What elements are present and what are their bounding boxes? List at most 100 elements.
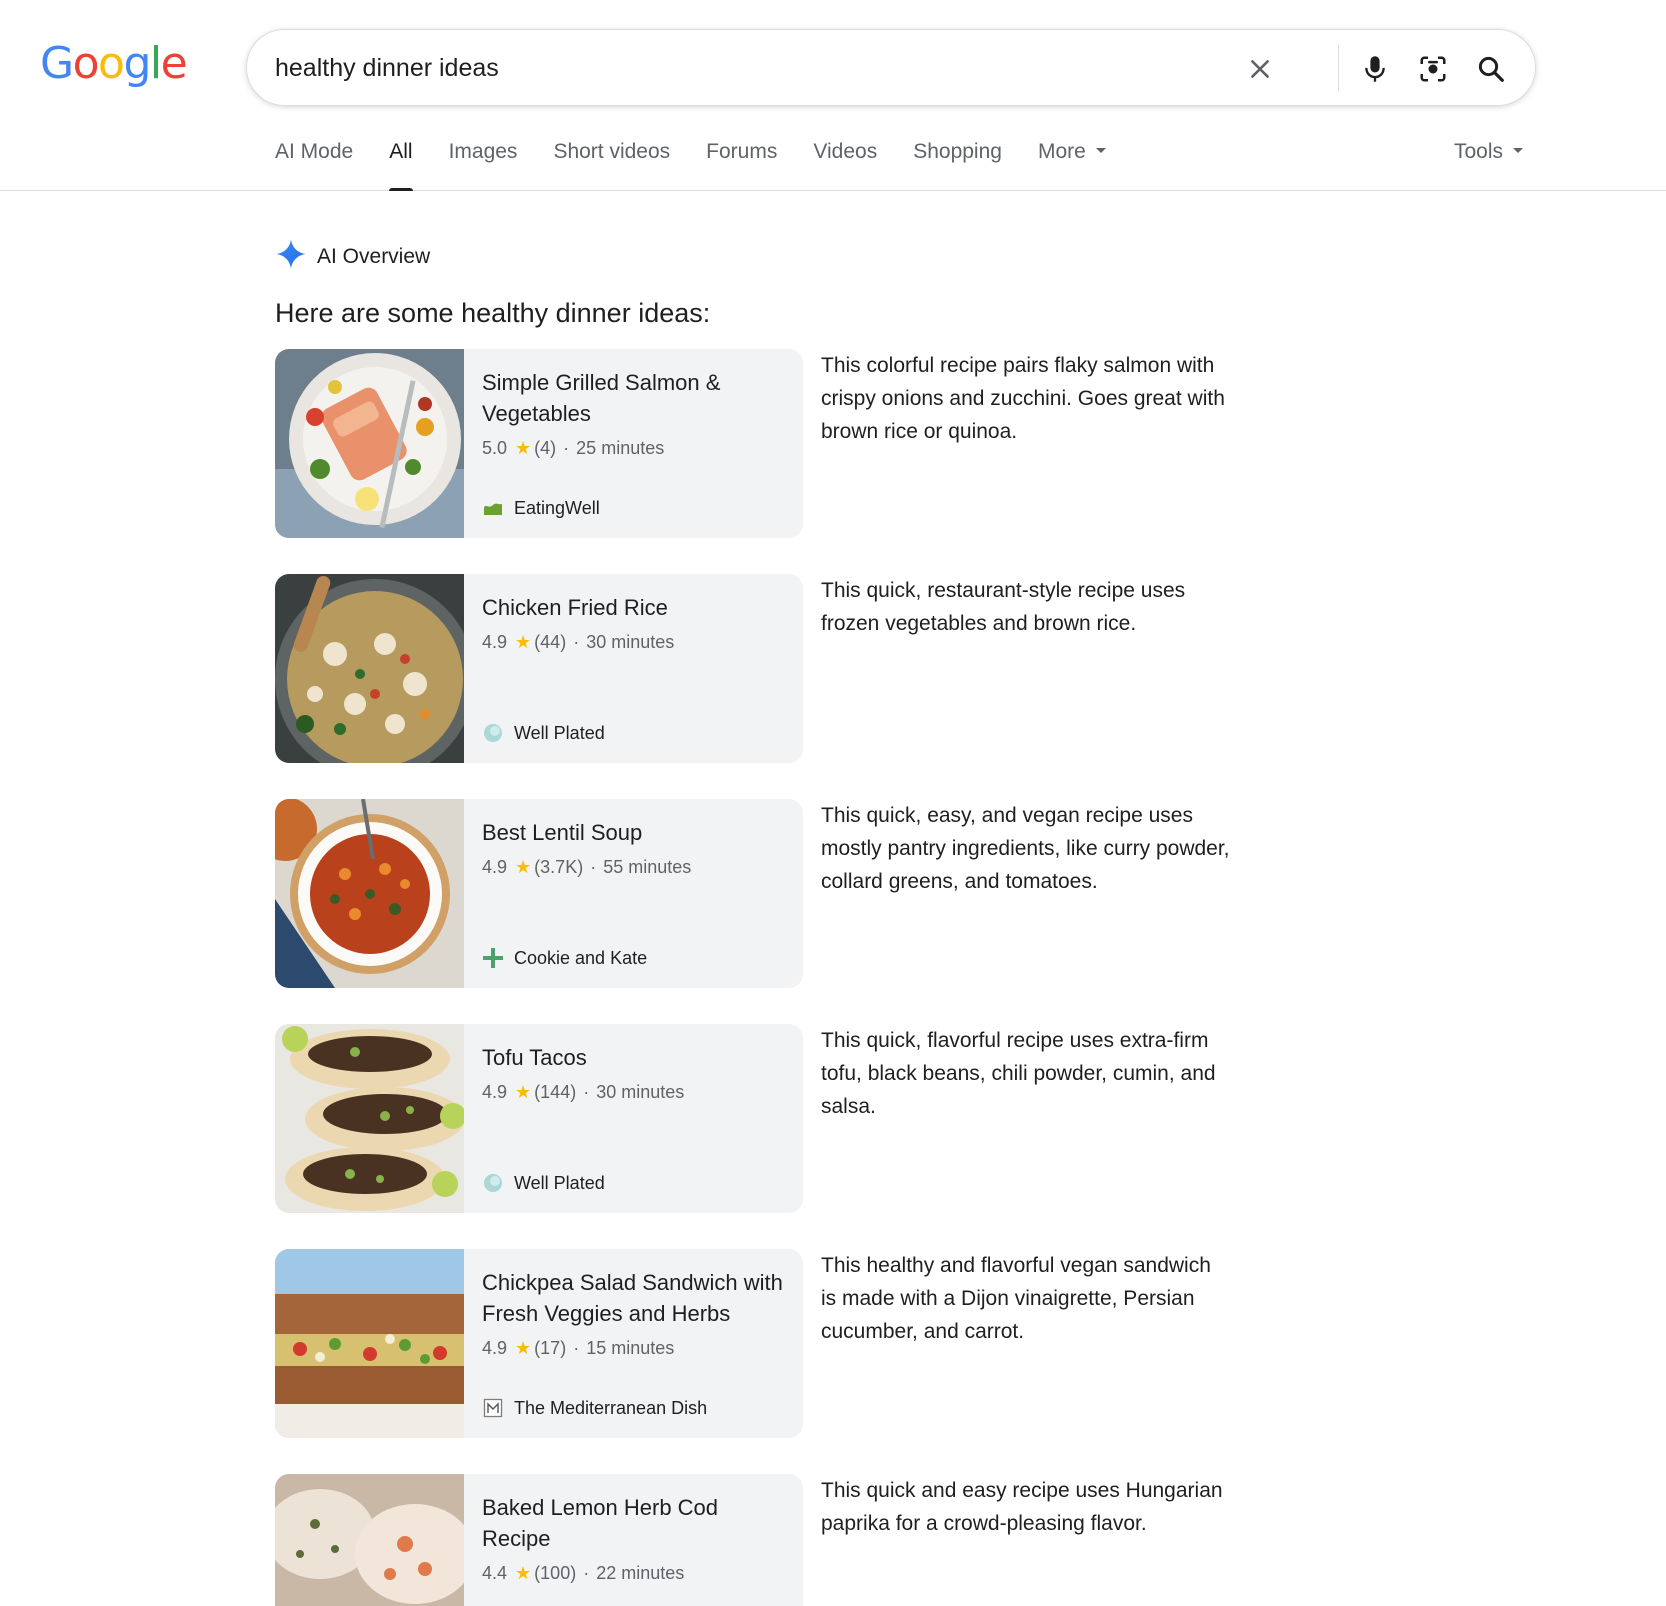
recipe-card-body: Simple Grilled Salmon & Vegetables 5.0 ★(… <box>482 349 791 538</box>
sparkle-icon <box>275 238 307 275</box>
recipe-reviews: (17) <box>534 1338 567 1358</box>
recipe-title: Tofu Tacos <box>482 1045 587 1070</box>
recipe-source-name: Well Plated <box>514 1172 605 1193</box>
cookieandkate-icon <box>482 947 504 969</box>
recipe-description: This quick, easy, and vegan recipe uses … <box>821 804 1230 893</box>
recipe-title: Chicken Fried Rice <box>482 595 668 620</box>
recipe-image <box>275 799 464 988</box>
recipe-item: Simple Grilled Salmon & Vegetables 5.0 ★(… <box>275 349 1225 538</box>
recipe-description: This quick, restaurant-style recipe uses… <box>821 579 1186 635</box>
tab-videos[interactable]: Videos <box>813 140 877 191</box>
recipe-item: Chicken Fried Rice 4.9 ★ (44) · 30 minutes W… <box>275 574 1185 763</box>
tab-ai-mode[interactable]: AI Mode <box>275 140 353 191</box>
ai-overview-intro: Here are some healthy dinner ideas: <box>275 298 711 328</box>
separator-dot: · <box>583 1563 590 1583</box>
star-icon: ★ <box>515 1082 532 1102</box>
tab-more[interactable]: More <box>1038 140 1106 191</box>
search-icon[interactable] <box>1470 48 1512 90</box>
recipe-rating: 5.0 <box>482 438 508 458</box>
star-icon: ★ <box>515 1563 532 1583</box>
recipe-rating: 4.9 <box>482 1082 508 1102</box>
recipe-source: The Mediterranean Dish <box>482 1397 707 1419</box>
tab-label: All <box>389 140 413 163</box>
tab-short-videos[interactable]: Short videos <box>553 140 670 191</box>
recipe-time: 55 minutes <box>603 857 692 877</box>
recipe-meta: 4.9 ★ (17) · 15 minutes <box>482 1338 674 1359</box>
separator-dot: · <box>590 857 597 877</box>
recipe-rating: 4.9 <box>482 857 508 877</box>
recipe-reviews: (144) <box>534 1082 577 1102</box>
tab-forums[interactable]: Forums <box>706 140 777 191</box>
tools-button[interactable]: Tools <box>1454 140 1524 164</box>
recipe-reviews: (100) <box>534 1563 577 1583</box>
separator-dot: · <box>583 1082 590 1102</box>
wellplated-icon <box>482 722 504 744</box>
search-input[interactable] <box>275 48 1175 88</box>
eatingwell-icon <box>482 497 504 519</box>
recipe-time: 25 minutes <box>576 438 665 458</box>
header: Google AI Mode All Images Short videos F… <box>0 0 1666 191</box>
recipe-item: Chickpea Salad Sandwich with Fresh Veggi… <box>275 1249 1211 1438</box>
camera-lens-icon[interactable] <box>1412 48 1454 90</box>
recipe-card-body: Best Lentil Soup 4.9 ★ (3.7K) · 55 minutes C… <box>482 799 791 988</box>
separator-dot: · <box>573 1338 580 1358</box>
recipe-image <box>275 574 464 763</box>
recipe-source: Cookie and Kate <box>482 947 647 969</box>
logo-letter: o <box>72 38 100 89</box>
recipe-card[interactable]: Chicken Fried Rice 4.9 ★ (44) · 30 minutes W… <box>275 574 803 763</box>
tab-all[interactable]: All <box>389 140 413 191</box>
recipe-description: This colorful recipe pairs flaky salmon … <box>821 354 1225 443</box>
recipe-time: 15 minutes <box>586 1338 675 1358</box>
search-divider <box>1338 45 1339 91</box>
recipe-title: Chickpea Salad Sandwich with Fresh Veggi… <box>482 1270 783 1326</box>
recipe-source-name: EatingWell <box>514 497 600 518</box>
recipe-meta: 4.9 ★ (3.7K) · 55 minutes <box>482 857 691 878</box>
tab-label: Short videos <box>553 140 671 163</box>
recipe-card[interactable]: Tofu Tacos 4.9 ★ (144) · 30 minutes Well Pla… <box>275 1024 803 1213</box>
star-icon: ★ <box>515 438 532 458</box>
caret-down-icon <box>1095 147 1106 153</box>
close-icon[interactable] <box>1239 48 1281 90</box>
recipe-card-body: Tofu Tacos 4.9 ★ (144) · 30 minutes Well Pla… <box>482 1024 791 1213</box>
recipe-time: 30 minutes <box>586 632 675 652</box>
recipe-image <box>275 349 464 538</box>
logo-letter: l <box>149 38 162 89</box>
microphone-icon[interactable] <box>1354 48 1396 90</box>
tools-label: Tools <box>1454 140 1504 163</box>
recipe-reviews: (44) <box>534 632 567 652</box>
recipe-card[interactable]: Simple Grilled Salmon & Vegetables 5.0 ★(… <box>275 349 803 538</box>
wellplated-icon <box>482 1172 504 1194</box>
recipe-image <box>275 1249 464 1438</box>
tab-label: Shopping <box>913 140 1002 163</box>
logo-letter: e <box>160 38 188 89</box>
recipe-rating: 4.9 <box>482 1338 508 1358</box>
recipe-card-body: Chicken Fried Rice 4.9 ★ (44) · 30 minutes W… <box>482 574 791 763</box>
mediterraneandish-icon <box>482 1397 504 1419</box>
ai-overview-label: AI Overview <box>317 244 431 268</box>
tab-label: Videos <box>813 140 878 163</box>
recipe-source: Well Plated <box>482 1172 605 1194</box>
recipe-image <box>275 1474 464 1606</box>
recipe-meta: 5.0 ★ (4) · 25 minutes <box>482 438 664 459</box>
search-box <box>246 29 1536 106</box>
recipe-meta: 4.4 ★ (100) · 22 minutes <box>482 1563 684 1584</box>
recipe-description: This quick and easy recipe uses Hungaria… <box>821 1479 1223 1535</box>
recipe-source: Well Plated <box>482 722 605 744</box>
recipe-image <box>275 1024 464 1213</box>
logo-letter: G <box>40 38 74 89</box>
recipe-source: EatingWell <box>482 497 600 519</box>
recipe-rating: 4.9 <box>482 632 508 652</box>
google-logo[interactable]: Google <box>40 36 188 92</box>
recipe-title: Simple Grilled Salmon & Vegetables <box>482 370 721 426</box>
recipe-card[interactable]: Chickpea Salad Sandwich with Fresh Veggi… <box>275 1249 803 1438</box>
recipe-card[interactable]: Best Lentil Soup 4.9 ★ (3.7K) · 55 minutes C… <box>275 799 803 988</box>
recipe-reviews: (4) <box>534 438 557 458</box>
search-tabs: AI Mode All Images Short videos Forums V… <box>275 140 1142 191</box>
tab-label: Forums <box>706 140 778 163</box>
recipe-card[interactable]: Baked Lemon Herb Cod Recipe 4.4 ★ (100) · 22… <box>275 1474 803 1606</box>
tab-images[interactable]: Images <box>449 140 518 191</box>
tab-shopping[interactable]: Shopping <box>913 140 1002 191</box>
recipe-item: Tofu Tacos 4.9 ★ (144) · 30 minutes Well Pla… <box>275 1024 1216 1213</box>
recipe-source-name: The Mediterranean Dish <box>514 1397 708 1418</box>
recipe-time: 30 minutes <box>596 1082 685 1102</box>
